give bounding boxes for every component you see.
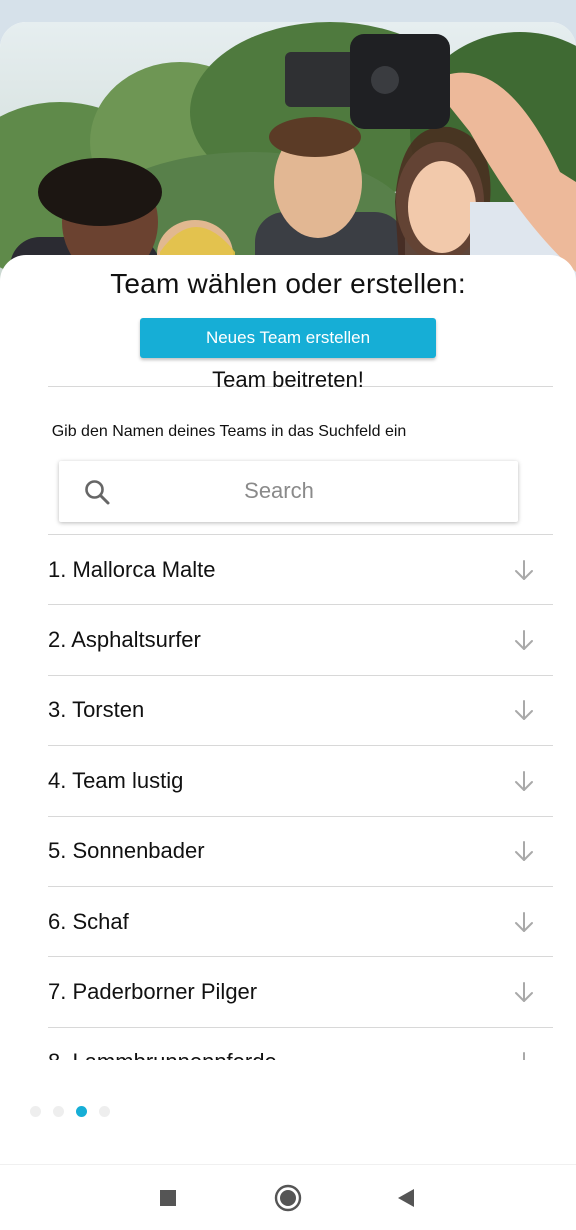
team-list-item[interactable]: 1. Mallorca Malte [48, 535, 553, 606]
team-list-item[interactable]: 2. Asphaltsurfer [48, 605, 553, 676]
page-dot[interactable] [30, 1106, 41, 1117]
team-name: 4. Team lustig [48, 767, 184, 793]
system-navigation-bar [0, 1164, 576, 1230]
arrow-down-icon[interactable] [513, 981, 535, 1003]
team-list-item[interactable]: 3. Torsten [48, 676, 553, 747]
team-name: 5. Sonnenbader [48, 838, 205, 864]
page-dot[interactable] [53, 1106, 64, 1117]
join-team-heading: Team beitreten! [212, 367, 364, 392]
arrow-down-icon[interactable] [513, 840, 535, 862]
team-name: 7. Paderborner Pilger [48, 979, 258, 1005]
page-dot-active[interactable] [76, 1106, 87, 1117]
arrow-down-icon[interactable] [513, 1051, 535, 1060]
recents-icon[interactable] [153, 1183, 183, 1213]
home-icon[interactable] [273, 1183, 303, 1213]
team-list-item[interactable]: 6. Schaf [48, 887, 553, 958]
search-hint: Gib den Namen deines Teams in das Suchfe… [51, 423, 407, 440]
team-list-item[interactable]: 4. Team lustig [48, 746, 553, 817]
arrow-down-icon[interactable] [513, 911, 535, 933]
team-name: 3. Torsten [48, 697, 145, 723]
team-name: 1. Mallorca Malte [48, 556, 216, 582]
team-list: 1. Mallorca Malte 2. Asphaltsurfer 3. Tors… [48, 534, 553, 1060]
hero-image [0, 22, 576, 282]
arrow-down-icon[interactable] [513, 770, 535, 792]
arrow-down-icon[interactable] [513, 699, 535, 721]
new-team-button[interactable]: Neues Team erstellen [140, 318, 436, 358]
back-icon[interactable] [390, 1183, 420, 1213]
page-title: Team wählen oder erstellen: [110, 268, 466, 299]
team-name: 8. Lammbrunnenpferde [48, 1049, 277, 1060]
page-indicator [30, 1106, 110, 1117]
arrow-down-icon[interactable] [513, 629, 535, 651]
team-list-item[interactable]: 5. Sonnenbader [48, 817, 553, 887]
search-bar[interactable] [59, 461, 518, 522]
hero-photo [0, 22, 576, 282]
team-list-item[interactable]: 7. Paderborner Pilger [48, 957, 553, 1028]
team-list-item[interactable]: 8. Lammbrunnenpferde [48, 1028, 553, 1060]
arrow-down-icon[interactable] [513, 559, 535, 581]
page-dot[interactable] [99, 1106, 110, 1117]
search-input[interactable] [129, 471, 429, 511]
team-name: 6. Schaf [48, 908, 129, 934]
search-icon [85, 480, 110, 505]
team-name: 2. Asphaltsurfer [48, 627, 201, 653]
